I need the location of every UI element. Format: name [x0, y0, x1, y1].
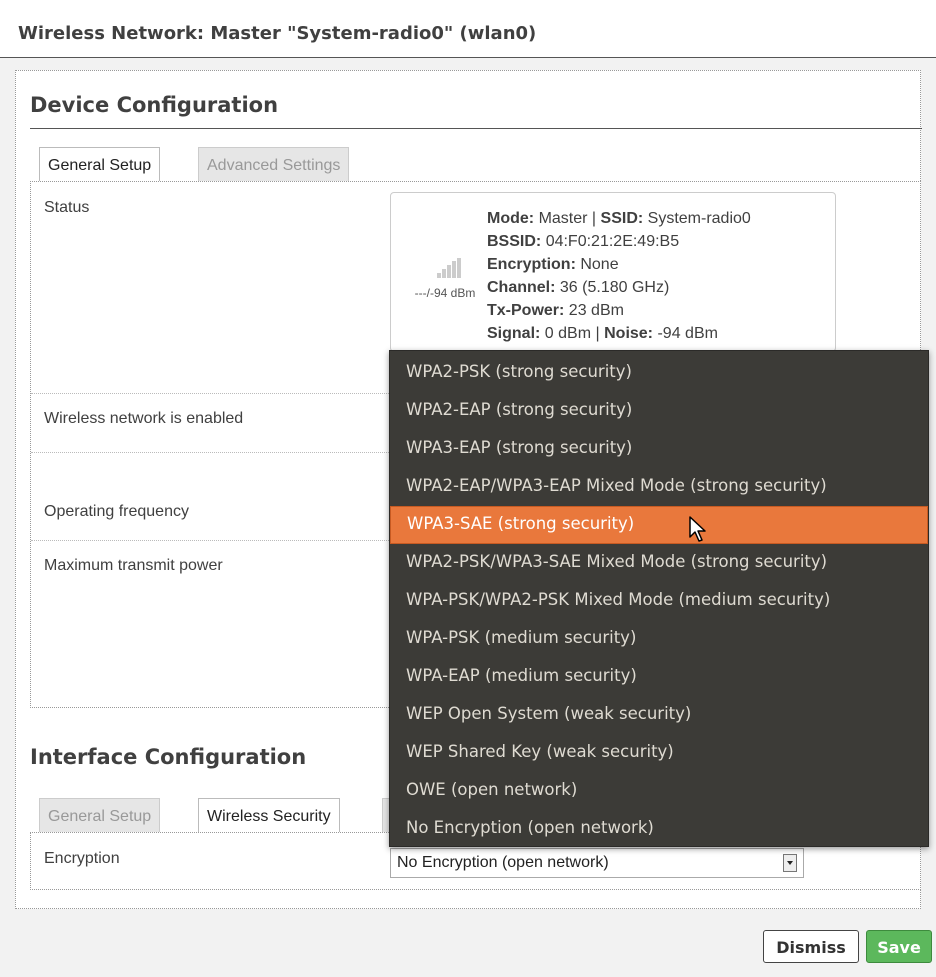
status-line-txpower: Tx-Power: 23 dBm	[487, 302, 624, 319]
dropdown-option[interactable]: WEP Shared Key (weak security)	[390, 735, 928, 773]
tab-interface-general-setup[interactable]: General Setup	[39, 798, 161, 832]
dropdown-option[interactable]: No Encryption (open network)	[390, 811, 928, 849]
dropdown-option[interactable]: OWE (open network)	[390, 773, 928, 811]
encryption-dropdown-menu[interactable]: WPA2-PSK (strong security) WPA2-EAP (str…	[389, 350, 929, 847]
tab-general-setup[interactable]: General Setup	[39, 147, 161, 181]
status-line-channel: Channel: 36 (5.180 GHz)	[487, 279, 670, 296]
enabled-label: Wireless network is enabled	[44, 410, 244, 427]
status-line-mode: Mode: Master | SSID: System-radio0	[487, 210, 751, 227]
dismiss-button[interactable]: Dismiss	[763, 930, 859, 963]
dropdown-option[interactable]: WPA2-EAP/WPA3-EAP Mixed Mode (strong sec…	[390, 469, 928, 507]
status-label: Status	[44, 199, 90, 216]
encryption-select-value: No Encryption (open network)	[397, 854, 609, 871]
tx-power-label: Maximum transmit power	[44, 557, 223, 574]
dropdown-option-highlighted[interactable]: WPA3-SAE (strong security)	[390, 506, 928, 544]
dropdown-option[interactable]: WPA2-EAP (strong security)	[390, 393, 928, 431]
status-line-encryption: Encryption: None	[487, 256, 619, 273]
encryption-label: Encryption	[44, 850, 120, 867]
signal-dbm: ---/-94 dBm	[414, 286, 476, 300]
frequency-label: Operating frequency	[44, 503, 189, 520]
signal-indicator: ---/-94 dBm	[399, 258, 491, 300]
status-card: ---/-94 dBm Mode: Master | SSID: System-…	[390, 192, 836, 352]
status-line-bssid: BSSID: 04:F0:21:2E:49:B5	[487, 233, 680, 250]
dropdown-option[interactable]: WPA-PSK/WPA2-PSK Mixed Mode (medium secu…	[390, 583, 928, 621]
dropdown-option[interactable]: WPA2-PSK (strong security)	[390, 355, 928, 393]
device-config-heading: Device Configuration	[30, 93, 279, 117]
encryption-select[interactable]: No Encryption (open network)	[390, 848, 804, 878]
dropdown-option[interactable]: WPA3-EAP (strong security)	[390, 431, 928, 469]
heading-divider	[30, 128, 922, 129]
dropdown-option[interactable]: WPA-PSK (medium security)	[390, 621, 928, 659]
save-button[interactable]: Save	[866, 930, 932, 963]
tab-advanced-settings[interactable]: Advanced Settings	[198, 147, 350, 181]
signal-bars-icon	[399, 258, 491, 278]
interface-config-heading: Interface Configuration	[30, 745, 307, 769]
modal-title-bar: Wireless Network: Master "System-radio0"…	[0, 0, 936, 58]
chevron-down-icon[interactable]	[783, 854, 797, 872]
tab-wireless-security[interactable]: Wireless Security	[198, 798, 340, 832]
dropdown-option[interactable]: WPA2-PSK/WPA3-SAE Mixed Mode (strong sec…	[390, 545, 928, 583]
status-line-signal: Signal: 0 dBm | Noise: -94 dBm	[487, 325, 718, 342]
dropdown-option[interactable]: WPA-EAP (medium security)	[390, 659, 928, 697]
dropdown-option[interactable]: WEP Open System (weak security)	[390, 697, 928, 735]
modal-title: Wireless Network: Master "System-radio0"…	[18, 23, 537, 44]
mouse-pointer-icon	[689, 516, 706, 542]
status-details: Mode: Master | SSID: System-radio0 BSSID…	[487, 207, 751, 345]
